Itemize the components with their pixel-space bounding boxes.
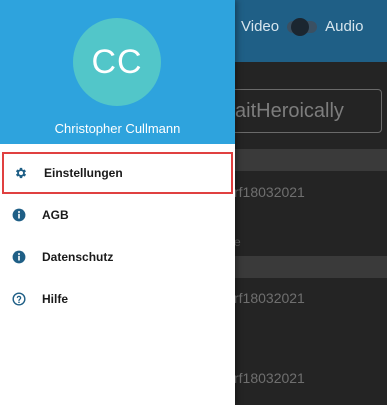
info-icon	[12, 250, 26, 264]
list-item[interactable]: rf18032021	[234, 184, 305, 200]
menu-item-settings[interactable]: Einstellungen	[2, 152, 233, 194]
help-circle-icon	[12, 292, 26, 306]
menu-item-agb[interactable]: AGB	[0, 194, 235, 236]
audio-label: Audio	[325, 18, 364, 35]
menu-item-label: Hilfe	[42, 292, 69, 306]
list-item-subtext: e	[234, 235, 241, 249]
menu-item-help[interactable]: Hilfe	[0, 278, 235, 320]
switch-knob	[291, 17, 310, 36]
user-name: Christopher Cullmann	[54, 121, 181, 136]
avatar-initials: CC	[91, 42, 143, 81]
video-audio-toggle-group: Video Audio	[241, 17, 364, 36]
list-item[interactable]: rf18032021	[234, 370, 305, 386]
video-audio-switch[interactable]	[287, 17, 318, 36]
avatar[interactable]: CC	[73, 18, 161, 106]
drawer-header: CC Christopher Cullmann	[0, 0, 235, 144]
gear-icon	[14, 166, 28, 180]
menu-item-label: Datenschutz	[42, 250, 114, 264]
menu-item-label: AGB	[42, 208, 69, 222]
video-label: Video	[241, 18, 280, 35]
menu-item-label: Einstellungen	[44, 166, 123, 180]
search-input-value: aitHeroically	[235, 100, 344, 122]
navigation-drawer: CC Christopher Cullmann Einstellungen AG…	[0, 0, 235, 405]
menu-item-privacy[interactable]: Datenschutz	[0, 236, 235, 278]
drawer-menu: Einstellungen AGB Datenschutz Hilfe	[0, 152, 235, 320]
list-item[interactable]: rf18032021	[234, 290, 305, 306]
info-icon	[12, 208, 26, 222]
